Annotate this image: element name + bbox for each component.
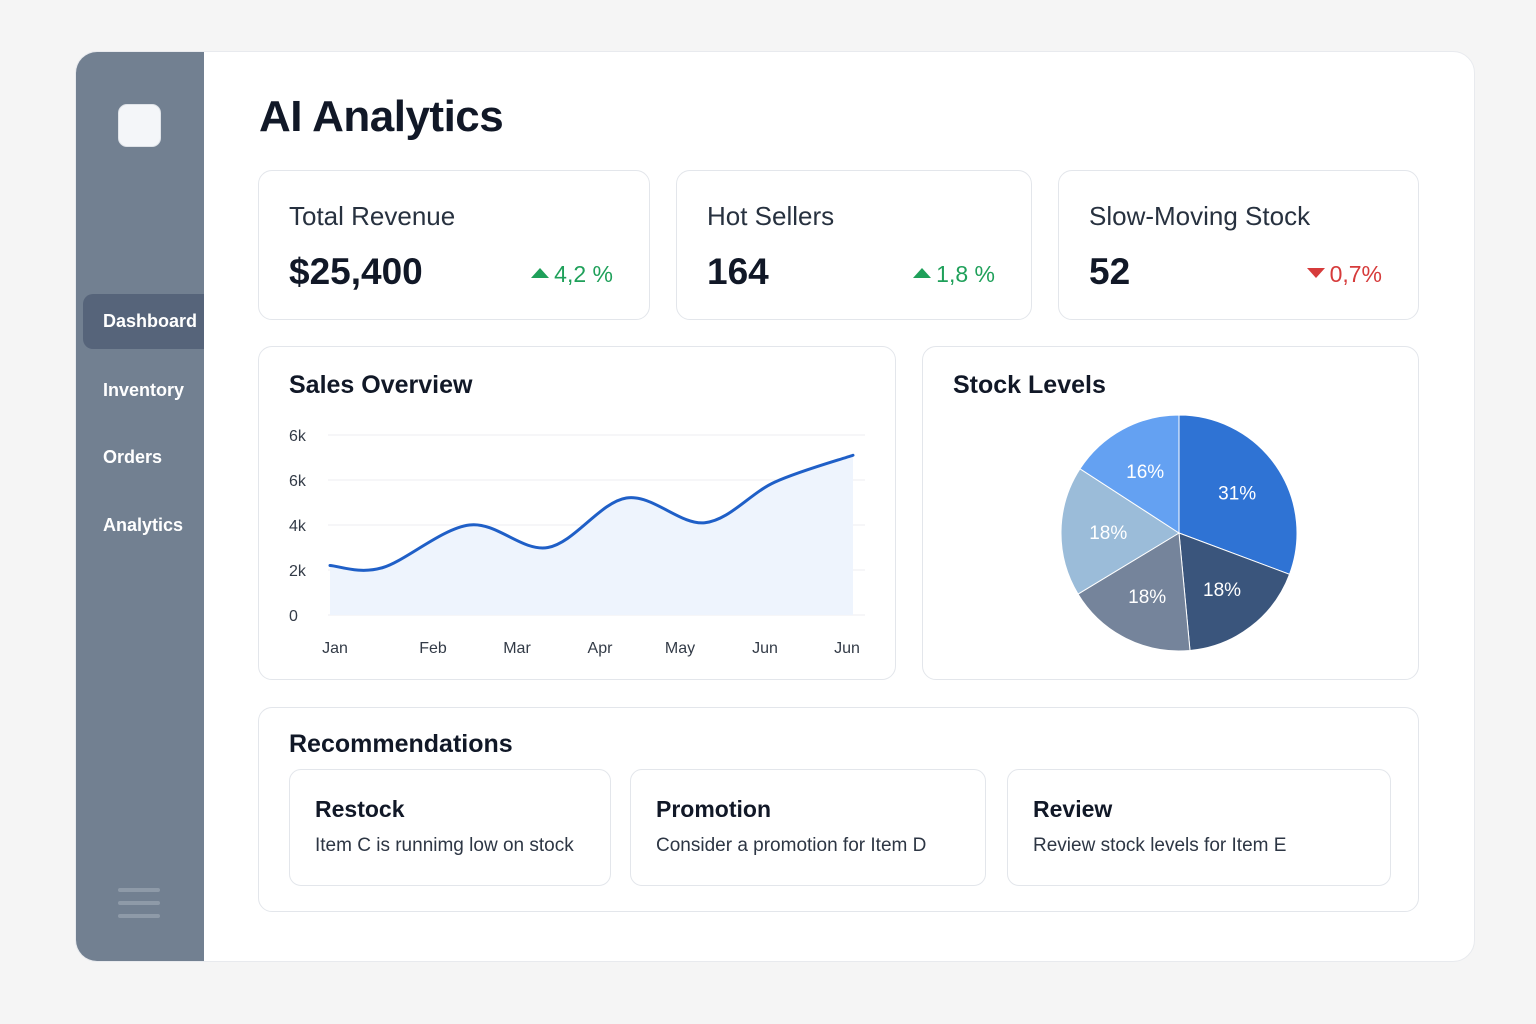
kpi-value: 52 xyxy=(1089,251,1131,292)
recommendations-card: Recommendations Restock Item C is runnim… xyxy=(258,707,1419,912)
page-title: AI Analytics xyxy=(259,92,504,141)
x-tick-label: Jun xyxy=(752,640,778,657)
kpi-label: Hot Sellers xyxy=(707,201,835,231)
x-tick-label: Mar xyxy=(503,640,531,657)
x-tick-label: Apr xyxy=(588,640,614,657)
pie-label: 18% xyxy=(1128,587,1166,608)
kpi-change: 1,8 % xyxy=(913,261,995,288)
kpi-card-slow-moving-stock: Slow-Moving Stock 52 0,7% xyxy=(1058,170,1419,320)
pie-label: 18% xyxy=(1203,580,1241,601)
kpi-change-value: 0,7% xyxy=(1329,261,1382,287)
sidebar: Dashboard Inventory Orders Analytics xyxy=(76,52,204,961)
y-tick-label: 6k xyxy=(289,428,307,445)
sidebar-item-dashboard[interactable]: Dashboard xyxy=(83,294,204,349)
menu-icon[interactable] xyxy=(118,888,160,920)
kpi-change-value: 1,8 % xyxy=(936,261,995,287)
recommendation-title: Review xyxy=(1033,796,1113,822)
trend-up-icon xyxy=(913,267,932,278)
recommendations-title: Recommendations xyxy=(289,730,513,758)
app-window: Dashboard Inventory Orders Analytics AI … xyxy=(75,51,1475,962)
kpi-change-value: 4,2 % xyxy=(554,261,613,287)
y-tick-label: 6k xyxy=(289,473,307,490)
y-tick-label: 2k xyxy=(289,563,307,580)
kpi-value: $25,400 xyxy=(289,251,423,292)
sales-area-fill xyxy=(330,455,853,615)
recommendation-text: Item C is runnimg low on stock xyxy=(315,835,574,856)
x-tick-label: Jun xyxy=(834,640,860,657)
kpi-card-hot-sellers: Hot Sellers 164 1,8 % xyxy=(676,170,1032,320)
sales-overview-card: Sales Overview 0 2k 4k 6k 6k Jan Feb Mar Apr May J… xyxy=(258,346,896,680)
pie-label: 31% xyxy=(1218,484,1256,505)
x-tick-label: May xyxy=(665,640,695,657)
stock-pie-chart: 31% 18% 18% 18% 16% xyxy=(1060,414,1298,652)
stock-levels-card: Stock Levels 31% 18% 18% 18% 16% xyxy=(922,346,1419,680)
recommendation-text: Consider a promotion for Item D xyxy=(656,835,927,856)
recommendation-title: Promotion xyxy=(656,796,771,822)
trend-up-icon xyxy=(531,267,550,278)
recommendation-restock[interactable]: Restock Item C is runnimg low on stock xyxy=(289,769,611,886)
y-tick-label: 4k xyxy=(289,518,307,535)
x-tick-label: Feb xyxy=(419,640,447,657)
pie-label: 18% xyxy=(1089,523,1127,544)
kpi-change: 0,7% xyxy=(1306,261,1382,288)
logo[interactable] xyxy=(118,104,161,147)
sales-line-chart: 0 2k 4k 6k 6k Jan Feb Mar Apr May Jun Jun xyxy=(289,428,865,657)
kpi-label: Total Revenue xyxy=(289,201,456,231)
sidebar-item-inventory[interactable]: Inventory xyxy=(83,363,204,418)
x-tick-label: Jan xyxy=(322,640,348,657)
recommendation-review[interactable]: Review Review stock levels for Item E xyxy=(1007,769,1391,886)
kpi-label: Slow-Moving Stock xyxy=(1089,201,1311,231)
sidebar-item-orders[interactable]: Orders xyxy=(83,430,204,485)
kpi-card-total-revenue: Total Revenue $25,400 4,2 % xyxy=(258,170,650,320)
kpi-value: 164 xyxy=(707,251,769,292)
y-tick-label: 0 xyxy=(289,608,298,625)
trend-down-icon xyxy=(1306,267,1325,278)
kpi-change: 4,2 % xyxy=(531,261,613,288)
pie-label: 16% xyxy=(1126,462,1164,483)
recommendation-promotion[interactable]: Promotion Consider a promotion for Item … xyxy=(630,769,986,886)
recommendation-title: Restock xyxy=(315,796,405,822)
sidebar-item-analytics[interactable]: Analytics xyxy=(83,498,204,553)
recommendation-text: Review stock levels for Item E xyxy=(1033,835,1287,856)
